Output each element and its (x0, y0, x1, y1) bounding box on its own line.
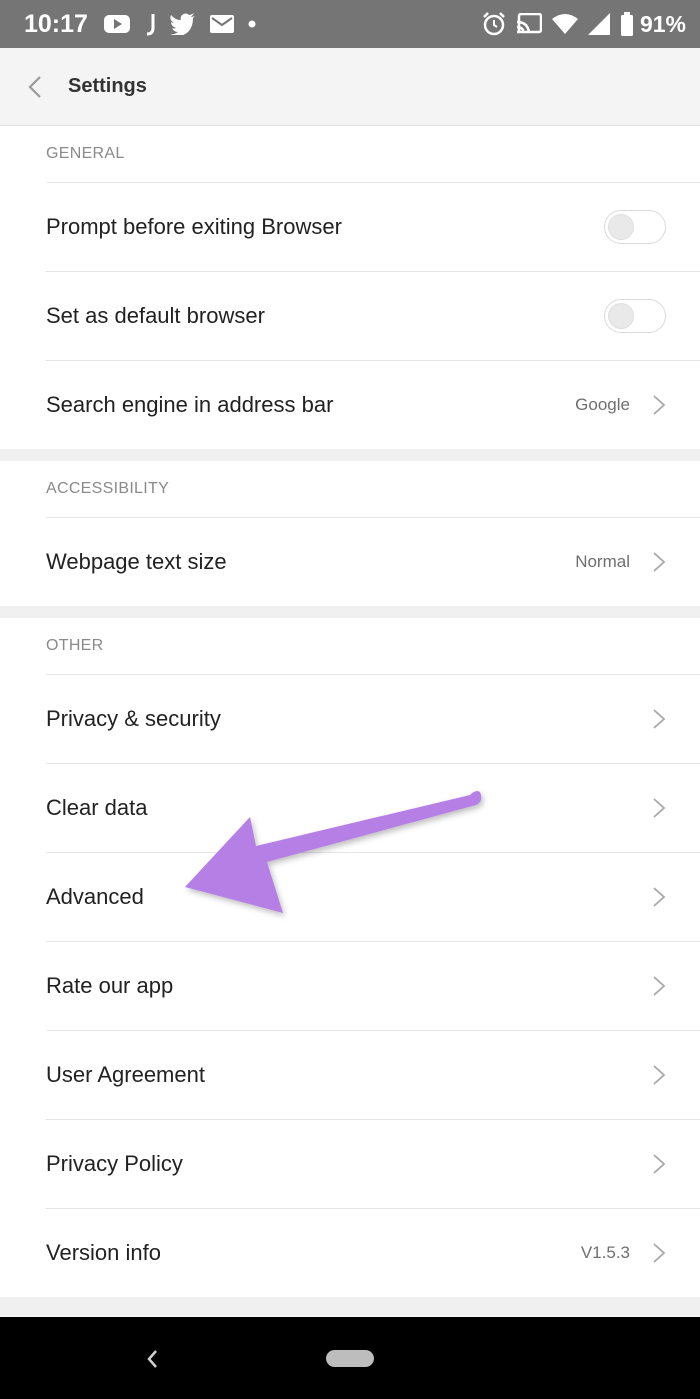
setting-default-browser[interactable]: Set as default browser (46, 271, 700, 360)
page-title: Settings (68, 75, 147, 97)
toggle-knob (608, 303, 634, 329)
setting-version-info[interactable]: Version info V1.5.3 (46, 1208, 700, 1297)
dot-icon (248, 20, 256, 28)
j-icon (144, 12, 156, 36)
chevron-right-icon (652, 1242, 666, 1264)
twitter-icon (169, 13, 196, 35)
wifi-icon (551, 13, 578, 35)
section-header: OTHER (46, 637, 104, 654)
nav-home-pill[interactable] (326, 1350, 374, 1367)
setting-label: Clear data (46, 795, 148, 820)
setting-rate-app[interactable]: Rate our app (46, 941, 700, 1030)
chevron-right-icon (652, 551, 666, 573)
section-header: ACCESSIBILITY (46, 480, 170, 497)
list-bottom-padding (0, 1297, 700, 1315)
chevron-right-icon (652, 886, 666, 908)
setting-label: Rate our app (46, 973, 174, 998)
battery-icon (620, 12, 634, 36)
setting-label: Prompt before exiting Browser (46, 214, 342, 239)
setting-value: Google (575, 395, 630, 414)
chevron-right-icon (652, 394, 666, 416)
section-general: GENERAL Prompt before exiting Browser Se… (0, 126, 700, 449)
setting-privacy-policy[interactable]: Privacy Policy (46, 1119, 700, 1208)
section-divider (0, 606, 700, 618)
status-time: 10:17 (24, 9, 88, 38)
system-nav-bar (0, 1317, 700, 1399)
back-button[interactable] (0, 48, 70, 126)
setting-label: Privacy & security (46, 706, 221, 731)
alarm-icon (482, 12, 506, 36)
setting-label: Webpage text size (46, 549, 227, 574)
chevron-right-icon (652, 797, 666, 819)
setting-privacy-security[interactable]: Privacy & security (46, 674, 700, 763)
signal-icon (587, 13, 610, 35)
chevron-left-icon (28, 75, 42, 99)
battery-percent: 91% (639, 10, 686, 37)
section-divider (0, 449, 700, 461)
setting-value: V1.5.3 (580, 1243, 630, 1262)
nav-back-icon[interactable] (142, 1345, 162, 1373)
chevron-right-icon (652, 708, 666, 730)
prompt-exit-toggle[interactable] (604, 210, 666, 244)
chevron-right-icon (652, 975, 666, 997)
setting-label: Search engine in address bar (46, 392, 334, 417)
setting-label: Set as default browser (46, 303, 265, 328)
setting-webpage-text-size[interactable]: Webpage text size Normal (46, 517, 700, 606)
toggle-knob (608, 214, 634, 240)
setting-advanced[interactable]: Advanced (46, 852, 700, 941)
app-header: Settings (0, 48, 700, 126)
settings-list: GENERAL Prompt before exiting Browser Se… (0, 126, 700, 1315)
setting-prompt-before-exiting[interactable]: Prompt before exiting Browser (46, 182, 700, 271)
setting-label: Privacy Policy (46, 1151, 183, 1176)
setting-value: Normal (575, 552, 630, 571)
section-header: GENERAL (46, 145, 125, 162)
setting-label: Version info (46, 1240, 161, 1265)
section-accessibility: ACCESSIBILITY Webpage text size Normal (0, 461, 700, 606)
chevron-right-icon (652, 1064, 666, 1086)
chevron-right-icon (652, 1153, 666, 1175)
youtube-icon (103, 14, 130, 34)
setting-user-agreement[interactable]: User Agreement (46, 1030, 700, 1119)
default-browser-toggle[interactable] (604, 299, 666, 333)
setting-label: User Agreement (46, 1062, 205, 1087)
cast-icon (516, 13, 542, 35)
status-bar: 10:17 91% (0, 0, 700, 48)
section-other: OTHER Privacy & security Clear data Adva… (0, 618, 700, 1297)
setting-search-engine[interactable]: Search engine in address bar Google (46, 360, 700, 449)
mail-icon (209, 15, 234, 33)
setting-clear-data[interactable]: Clear data (46, 763, 700, 852)
setting-label: Advanced (46, 884, 144, 909)
